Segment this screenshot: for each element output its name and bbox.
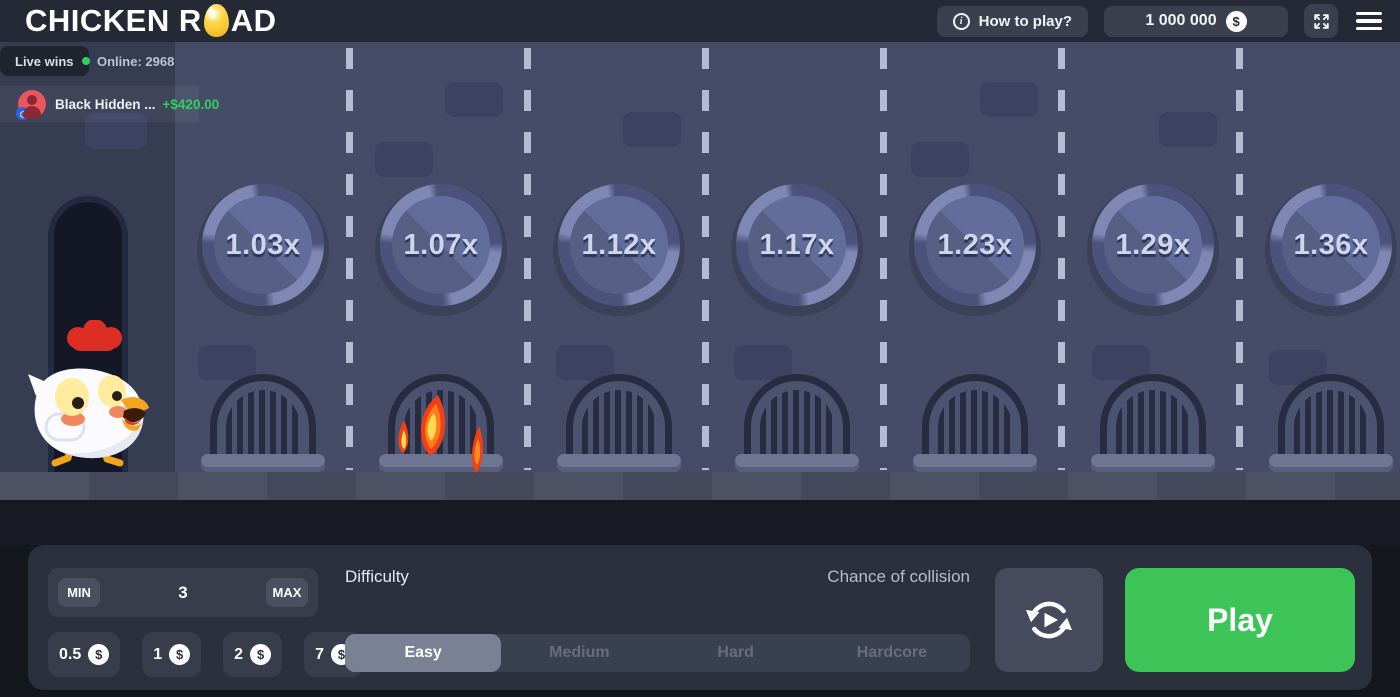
fullscreen-icon [1313, 13, 1329, 29]
balance-value: 1 000 000 [1145, 12, 1217, 29]
how-to-play-label: How to play? [978, 12, 1072, 30]
bet-value[interactable]: 3 [100, 583, 266, 603]
dollar-coin-icon: $ [169, 644, 191, 665]
road-patch [1159, 112, 1217, 147]
multiplier-cap-6[interactable]: 1.29x [1092, 184, 1214, 306]
info-icon: i [952, 12, 970, 30]
road-patch [623, 112, 681, 147]
bet-amount-control: MIN 3 MAX [48, 568, 318, 617]
online-dot-icon [82, 57, 90, 65]
online-counter: Online: 2968 [82, 46, 174, 76]
road-patch [445, 82, 503, 117]
how-to-play-button[interactable]: i How to play? [936, 5, 1088, 37]
menu-icon [1356, 11, 1382, 16]
tab-easy[interactable]: Easy [345, 634, 502, 672]
multiplier-label: 1.29x [1115, 228, 1191, 261]
lane-divider [1058, 48, 1065, 470]
play-button[interactable]: Play [1125, 568, 1355, 672]
dollar-coin-icon: $ [1225, 10, 1247, 32]
egg-icon [203, 3, 229, 37]
dollar-coin-icon: $ [88, 644, 110, 665]
chance-of-collision-label: Chance of collision [827, 567, 970, 586]
autoplay-button[interactable] [995, 568, 1103, 672]
balance-display[interactable]: 1 000 000 $ [1104, 5, 1288, 37]
win-amount: +$420.00 [162, 96, 220, 112]
sewer-grate-4 [735, 372, 859, 472]
control-panel: MIN 3 MAX 0.5 $ 1 $ 2 $ 7 $ Difficulty C… [28, 545, 1372, 690]
difficulty-label: Difficulty [345, 567, 409, 586]
autoplay-icon [1025, 601, 1073, 639]
menu-button[interactable] [1354, 8, 1384, 35]
sewer-grate-7 [1269, 372, 1393, 472]
live-wins-label: Live wins [15, 53, 74, 69]
multiplier-cap-7[interactable]: 1.36x [1270, 184, 1392, 306]
difficulty-tabs: Easy Medium Hard Hardcore [345, 634, 970, 672]
multiplier-label: 1.07x [403, 228, 479, 261]
min-bet-button[interactable]: MIN [58, 578, 100, 607]
tab-hard[interactable]: Hard [658, 634, 814, 672]
app-logo: CHICKEN R AD [25, 0, 277, 42]
lane-divider [346, 48, 353, 470]
sewer-grate-5 [913, 372, 1037, 472]
sewer-grate-1 [201, 372, 325, 472]
online-label: Online: 2968 [97, 53, 175, 69]
chicken-character [28, 320, 149, 467]
lane-divider [702, 48, 709, 470]
tab-medium[interactable]: Medium [501, 634, 657, 672]
road-patch [375, 142, 433, 177]
quick-bet-0.5[interactable]: 0.5 $ [48, 632, 121, 677]
game-board: 1.03x 1.07x 1.12x 1.17x 1.23x 1.29x 1.36… [0, 42, 1400, 545]
live-win-entry[interactable]: Black Hidden ... +$420.00 [0, 86, 219, 122]
quick-bet-row: 0.5 $ 1 $ 2 $ 7 $ [48, 632, 363, 677]
road-patch [911, 142, 969, 177]
top-bar: CHICKEN R AD i How to play? 1 000 000 $ [0, 0, 1400, 42]
quick-bet-1[interactable]: 1 $ [142, 632, 202, 677]
logo-text-left: CHICKEN R [25, 3, 202, 38]
sidewalk [0, 472, 1400, 500]
multiplier-cap-1[interactable]: 1.03x [202, 184, 324, 306]
header-actions: i How to play? 1 000 000 $ [936, 0, 1384, 42]
sewer-grate-6 [1091, 372, 1215, 472]
ground [0, 500, 1400, 545]
road-patch [980, 82, 1038, 117]
sewer-grate-3 [557, 372, 681, 472]
multiplier-label: 1.36x [1293, 228, 1369, 261]
multiplier-label: 1.03x [225, 228, 301, 261]
lane-divider [880, 48, 887, 470]
live-wins-tab[interactable]: Live wins [0, 46, 89, 76]
dollar-coin-icon: $ [250, 644, 272, 665]
multiplier-cap-3[interactable]: 1.12x [558, 184, 680, 306]
tab-hardcore[interactable]: Hardcore [814, 634, 970, 672]
avatar [16, 90, 46, 120]
multiplier-cap-4[interactable]: 1.17x [736, 184, 858, 306]
lane-divider [1236, 48, 1243, 470]
multiplier-label: 1.12x [581, 228, 657, 261]
multiplier-cap-5[interactable]: 1.23x [914, 184, 1036, 306]
fullscreen-button[interactable] [1304, 4, 1338, 38]
multiplier-label: 1.23x [937, 228, 1013, 261]
winner-name: Black Hidden ... [55, 96, 156, 112]
multiplier-label: 1.17x [759, 228, 835, 261]
multiplier-cap-2[interactable]: 1.07x [380, 184, 502, 306]
quick-bet-2[interactable]: 2 $ [223, 632, 283, 677]
currency-badge-icon [16, 107, 29, 120]
logo-text-right: AD [230, 3, 277, 38]
flame-icon [398, 395, 483, 473]
lane-divider [524, 48, 531, 470]
max-bet-button[interactable]: MAX [266, 578, 308, 607]
